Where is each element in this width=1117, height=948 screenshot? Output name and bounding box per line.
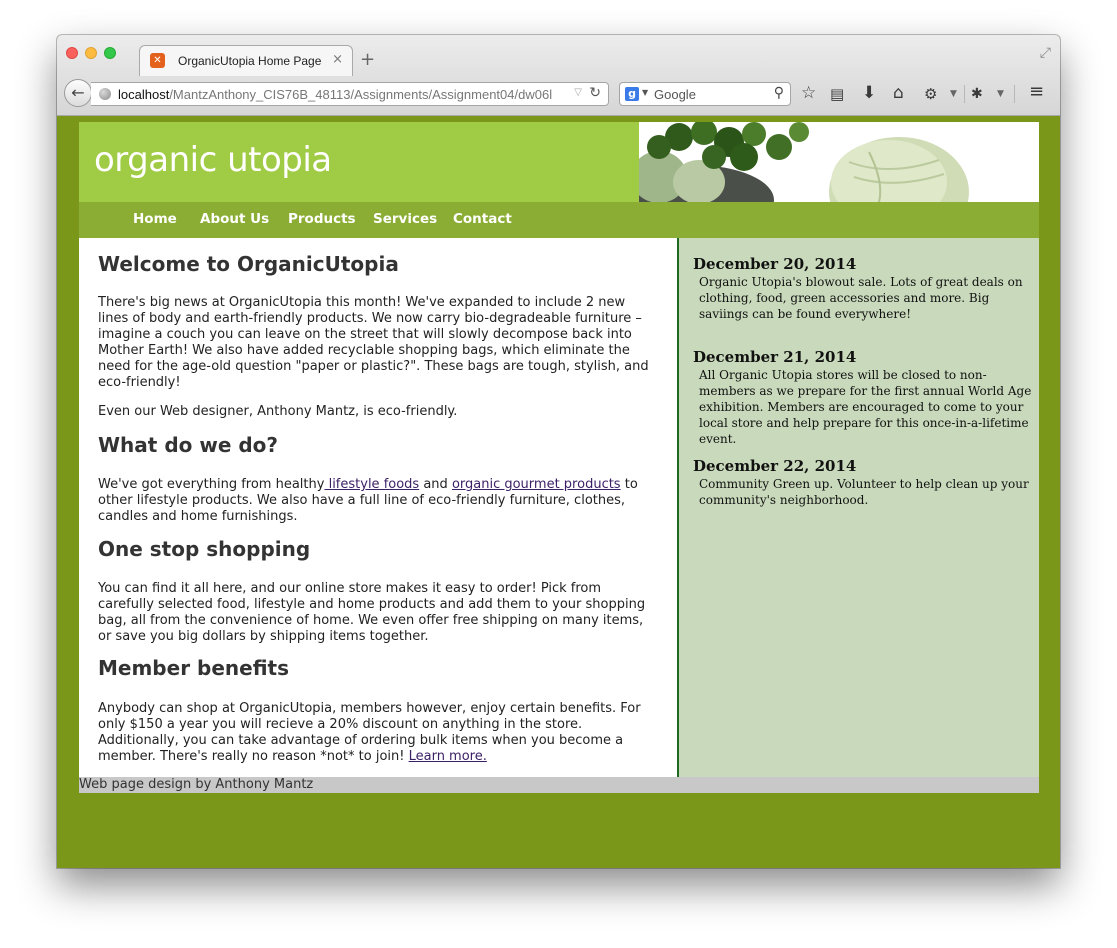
page-viewport: organic utopia Home About Us Products Se…	[57, 116, 1060, 868]
extension-icon[interactable]: ⚙	[924, 85, 937, 103]
downloads-icon[interactable]: ⬇	[862, 83, 876, 103]
nav-home[interactable]: Home	[133, 211, 177, 227]
news-item: December 20, 2014 Organic Utopia's blowo…	[693, 255, 1033, 322]
back-arrow-icon: ←	[71, 83, 85, 102]
heading-member-benefits: Member benefits	[98, 656, 289, 680]
close-window-button[interactable]	[66, 47, 78, 59]
url-path: /MantzAnthony_CIS76B_48113/Assignments/A…	[169, 87, 553, 102]
addon-dropdown-icon[interactable]: ▼	[997, 89, 1004, 99]
site-footer: Web page design by Anthony Mantz	[79, 777, 1039, 793]
heading-one-stop-shopping: One stop shopping	[98, 537, 311, 561]
tab-title: OrganicUtopia Home Page	[178, 54, 322, 68]
news-text: Community Green up. Volunteer to help cl…	[699, 477, 1029, 507]
text-segment: We've got everything from healthy	[98, 477, 325, 492]
extension-dropdown-icon[interactable]: ▼	[950, 89, 957, 99]
text-segment: and	[419, 477, 452, 492]
minimize-window-button[interactable]	[85, 47, 97, 59]
tab-close-icon[interactable]: ×	[332, 52, 343, 67]
main-content: Welcome to OrganicUtopia There's big new…	[79, 238, 677, 777]
reading-list-icon[interactable]: ▤	[830, 85, 844, 103]
news-item: December 21, 2014 All Organic Utopia sto…	[693, 348, 1033, 447]
main-nav: Home About Us Products Services Contact	[79, 202, 1039, 238]
bookmark-star-icon[interactable]: ☆	[801, 83, 816, 103]
toolbar-separator	[964, 85, 965, 103]
paragraph-what-we-do: We've got everything from healthy lifest…	[98, 477, 653, 525]
paragraph-members: Anybody can shop at OrganicUtopia, membe…	[98, 701, 653, 765]
search-icon[interactable]: ⚲	[774, 85, 784, 101]
heading-what-we-do: What do we do?	[98, 433, 278, 457]
home-icon[interactable]: ⌂	[893, 83, 904, 103]
search-bar[interactable]: g ▼ Google ⚲	[619, 82, 791, 106]
news-item: December 22, 2014 Community Green up. Vo…	[693, 457, 1033, 508]
browser-toolbar: ✕ OrganicUtopia Home Page × + ⤢ ← localh…	[57, 35, 1060, 116]
new-tab-button[interactable]: +	[360, 49, 375, 70]
organic-gourmet-link[interactable]: organic gourmet products	[452, 477, 621, 492]
news-date: December 21, 2014	[693, 348, 857, 366]
news-date: December 20, 2014	[693, 255, 857, 273]
paragraph-designer: Even our Web designer, Anthony Mantz, is…	[98, 404, 458, 419]
url-host: localhost	[118, 87, 170, 102]
xampp-favicon-icon: ✕	[150, 53, 165, 68]
nav-products[interactable]: Products	[288, 211, 356, 227]
address-bar[interactable]: localhost/MantzAnthony_CIS76B_48113/Assi…	[91, 82, 609, 106]
search-engine-dropdown-icon[interactable]: ▼	[642, 88, 648, 97]
globe-icon	[99, 88, 111, 100]
nav-services[interactable]: Services	[373, 211, 437, 227]
fullscreen-icon[interactable]: ⤢	[1040, 45, 1051, 61]
news-sidebar: December 20, 2014 Organic Utopia's blowo…	[677, 238, 1039, 777]
url-text[interactable]: localhost/MantzAnthony_CIS76B_48113/Assi…	[118, 87, 552, 102]
back-button[interactable]: ←	[64, 79, 92, 107]
lifestyle-foods-link[interactable]: lifestyle foods	[324, 477, 420, 492]
paragraph-news: There's big news at OrganicUtopia this m…	[98, 295, 649, 390]
heading-welcome: Welcome to OrganicUtopia	[98, 252, 399, 276]
site-header: organic utopia	[79, 122, 639, 202]
news-text: Organic Utopia's blowout sale. Lots of g…	[699, 275, 1023, 321]
reload-icon[interactable]: ↻	[589, 85, 601, 101]
browser-window: ✕ OrganicUtopia Home Page × + ⤢ ← localh…	[57, 35, 1060, 868]
addon-icon[interactable]: ✱	[971, 86, 983, 102]
text-segment: Anybody can shop at OrganicUtopia, membe…	[98, 701, 641, 764]
toolbar-separator	[1014, 85, 1015, 103]
menu-icon[interactable]: ≡	[1029, 81, 1044, 102]
nav-contact[interactable]: Contact	[453, 211, 512, 227]
search-placeholder: Google	[654, 87, 696, 102]
paragraph-shopping: You can find it all here, and our online…	[98, 581, 646, 644]
url-dropdown-icon[interactable]: ▽	[574, 87, 582, 98]
google-icon[interactable]: g	[625, 87, 639, 101]
vegetables-header-image	[639, 122, 1039, 202]
learn-more-link[interactable]: Learn more.	[409, 749, 487, 764]
browser-tab[interactable]: ✕ OrganicUtopia Home Page ×	[139, 45, 353, 76]
news-text: All Organic Utopia stores will be closed…	[699, 368, 1032, 446]
news-date: December 22, 2014	[693, 457, 857, 475]
zoom-window-button[interactable]	[104, 47, 116, 59]
site-logo[interactable]: organic utopia	[94, 140, 332, 180]
nav-about-us[interactable]: About Us	[200, 211, 269, 227]
vegetables-illustration	[639, 122, 1039, 202]
